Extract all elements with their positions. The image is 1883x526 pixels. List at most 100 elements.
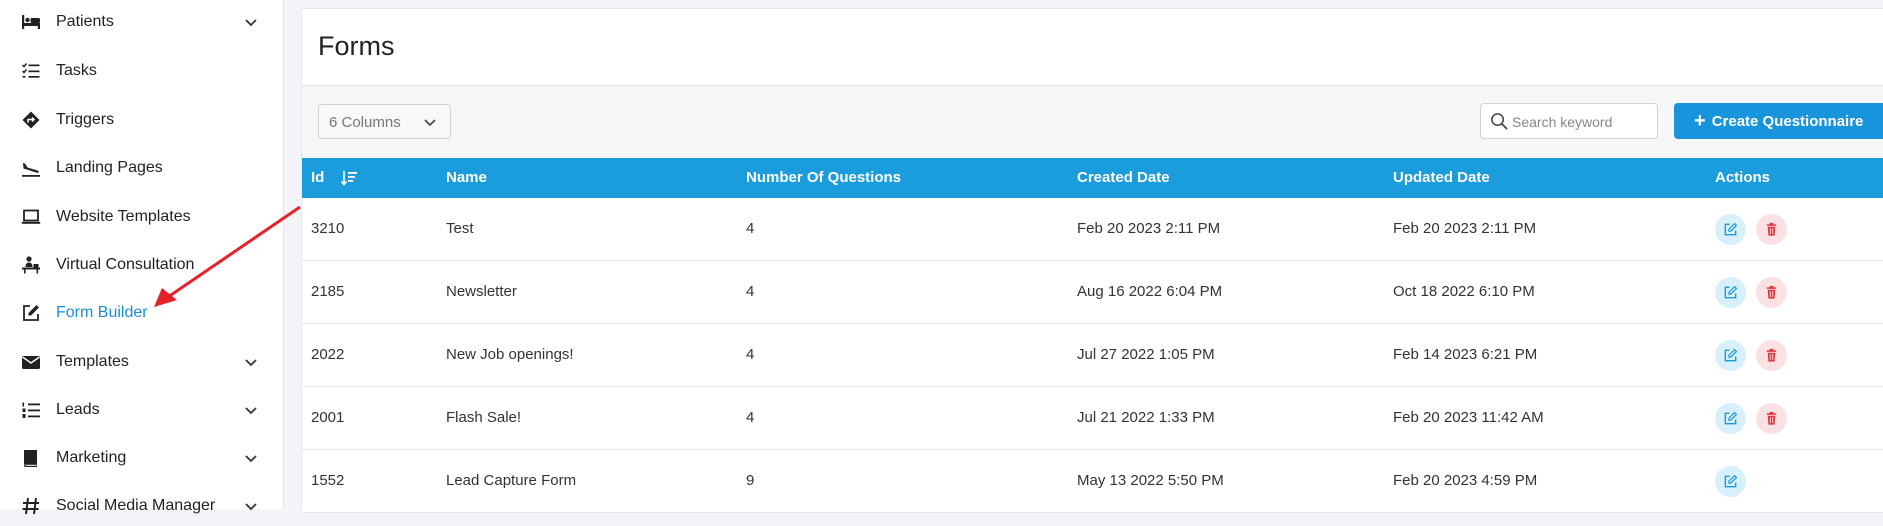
- sidebar-item-triggers[interactable]: Triggers: [0, 100, 283, 140]
- column-header-name[interactable]: Name: [446, 158, 487, 198]
- chevron-down-icon[interactable]: [243, 14, 259, 30]
- cell-number-of-questions: 4: [746, 409, 755, 426]
- page-header: Forms: [302, 9, 1883, 86]
- sidebar-item-leads[interactable]: Leads: [0, 390, 283, 430]
- toolbar: 6 Columns + Create Questionnaire: [302, 86, 1883, 158]
- edit-button[interactable]: [1715, 403, 1746, 434]
- search-input[interactable]: [1510, 110, 1654, 134]
- edit-button[interactable]: [1715, 214, 1746, 245]
- table-row[interactable]: 2185 Newsletter 4 Aug 16 2022 6:04 PM Oct 18…: [302, 261, 1883, 324]
- cell-number-of-questions: 4: [746, 346, 755, 363]
- sidebar-item-social-media-manager[interactable]: Social Media Manager: [0, 486, 283, 526]
- cell-name: New Job openings!: [446, 346, 574, 363]
- edit-icon: [1723, 285, 1738, 300]
- cell-created-date: Jul 27 2022 1:05 PM: [1077, 346, 1215, 363]
- sidebar-item-label: Social Media Manager: [56, 497, 216, 514]
- book-icon: [20, 447, 42, 469]
- sidebar-item-label: Landing Pages: [56, 159, 163, 176]
- sidebar-item-templates[interactable]: Templates: [0, 342, 283, 382]
- cell-id: 2185: [311, 283, 345, 300]
- cell-id: 3210: [311, 220, 345, 237]
- search-box[interactable]: [1480, 103, 1658, 139]
- columns-select[interactable]: 6 Columns: [318, 104, 451, 139]
- page-title: Forms: [318, 31, 395, 61]
- cell-created-date: Feb 20 2023 2:11 PM: [1077, 220, 1221, 237]
- edit-button[interactable]: [1715, 277, 1746, 308]
- delete-button[interactable]: [1756, 340, 1787, 371]
- cell-id: 1552: [311, 472, 345, 489]
- column-header-id[interactable]: Id: [311, 158, 324, 198]
- envelope-icon: [20, 351, 42, 373]
- cell-number-of-questions: 9: [746, 472, 755, 489]
- delete-button[interactable]: [1756, 214, 1787, 245]
- task-list-icon: [20, 60, 42, 82]
- table-row[interactable]: 2001 Flash Sale! 4 Jul 21 2022 1:33 PM Feb 2…: [302, 387, 1883, 450]
- hashtag-icon: [20, 495, 42, 517]
- delete-button[interactable]: [1756, 277, 1787, 308]
- column-header-updated-date[interactable]: Updated Date: [1393, 158, 1490, 198]
- column-header-actions: Actions: [1715, 169, 1771, 186]
- sidebar-item-form-builder[interactable]: Form Builder: [0, 293, 283, 333]
- trash-icon: [1764, 285, 1779, 300]
- column-header-created-date[interactable]: Created Date: [1077, 158, 1170, 198]
- cell-updated-date: Feb 20 2023 2:11 PM: [1393, 220, 1537, 237]
- sidebar-item-tasks[interactable]: Tasks: [0, 51, 283, 91]
- column-header-label: Id: [311, 169, 325, 186]
- chevron-down-icon[interactable]: [243, 402, 259, 418]
- laptop-icon: [20, 206, 42, 228]
- cell-name: Flash Sale!: [446, 409, 522, 426]
- chevron-down-icon[interactable]: [243, 498, 259, 514]
- cell-created-date: Jul 21 2022 1:33 PM: [1077, 409, 1215, 426]
- sidebar-item-patients[interactable]: Patients: [0, 2, 283, 42]
- columns-select-value: 6 Columns: [329, 114, 401, 131]
- bed-icon: [20, 11, 42, 33]
- sidebar-item-label: Form Builder: [56, 304, 148, 321]
- chevron-down-icon[interactable]: [243, 450, 259, 466]
- search-icon: [1490, 112, 1509, 131]
- sort-descending-icon[interactable]: [340, 169, 358, 187]
- cell-id: 2001: [311, 409, 345, 426]
- table-header: Id Name Number Of Questions Created Date…: [302, 158, 1883, 198]
- cell-number-of-questions: 4: [746, 220, 755, 237]
- trash-icon: [1764, 411, 1779, 426]
- delete-button[interactable]: [1756, 403, 1787, 434]
- trash-icon: [1764, 222, 1779, 237]
- cell-name: Test: [446, 220, 474, 237]
- sidebar-item-label: Virtual Consultation: [56, 256, 195, 273]
- edit-square-icon: [20, 302, 42, 324]
- sidebar-item-marketing[interactable]: Marketing: [0, 438, 283, 478]
- trash-icon: [1764, 348, 1779, 363]
- sidebar-item-label: Marketing: [56, 449, 127, 466]
- plane-landing-icon: [20, 157, 42, 179]
- chevron-down-icon[interactable]: [243, 354, 259, 370]
- edit-icon: [1723, 411, 1738, 426]
- sidebar-item-landing-pages[interactable]: Landing Pages: [0, 148, 283, 188]
- table-row[interactable]: 2022 New Job openings! 4 Jul 27 2022 1:05 P…: [302, 324, 1883, 387]
- edit-button[interactable]: [1715, 466, 1746, 497]
- main-panel: Forms 6 Columns + Create Questionnaire I…: [301, 8, 1883, 513]
- sidebar-item-virtual-consultation[interactable]: Virtual Consultation: [0, 245, 283, 285]
- table-row[interactable]: 1552 Lead Capture Form 9 May 13 2022 5:50 P…: [302, 450, 1883, 513]
- sidebar-item-label: Leads: [56, 401, 100, 418]
- cell-id: 2022: [311, 346, 345, 363]
- cell-number-of-questions: 4: [746, 283, 755, 300]
- numbered-list-icon: [20, 399, 42, 421]
- diamond-direction-icon: [20, 109, 42, 131]
- cell-name: Lead Capture Form: [446, 472, 577, 489]
- edit-icon: [1723, 474, 1738, 489]
- edit-icon: [1723, 348, 1738, 363]
- edit-button[interactable]: [1715, 340, 1746, 371]
- sidebar-item-label: Patients: [56, 13, 114, 30]
- column-header-number-of-questions[interactable]: Number Of Questions: [746, 158, 901, 198]
- sidebar-item-website-templates[interactable]: Website Templates: [0, 197, 283, 237]
- create-questionnaire-label: Create Questionnaire: [1711, 112, 1864, 130]
- cell-created-date: May 13 2022 5:50 PM: [1077, 472, 1224, 489]
- sidebar: Patients Tasks Triggers Landing Pages We…: [0, 0, 284, 515]
- cell-updated-date: Feb 20 2023 4:59 PM: [1393, 472, 1538, 489]
- cell-created-date: Aug 16 2022 6:04 PM: [1077, 283, 1223, 300]
- plus-icon: +: [1694, 110, 1706, 132]
- table-row[interactable]: 3210 Test 4 Feb 20 2023 2:11 PM Feb 20 2023 …: [302, 198, 1883, 261]
- cell-updated-date: Feb 20 2023 11:42 AM: [1393, 409, 1544, 426]
- create-questionnaire-button[interactable]: + Create Questionnaire: [1674, 103, 1883, 139]
- sidebar-item-label: Triggers: [56, 111, 115, 128]
